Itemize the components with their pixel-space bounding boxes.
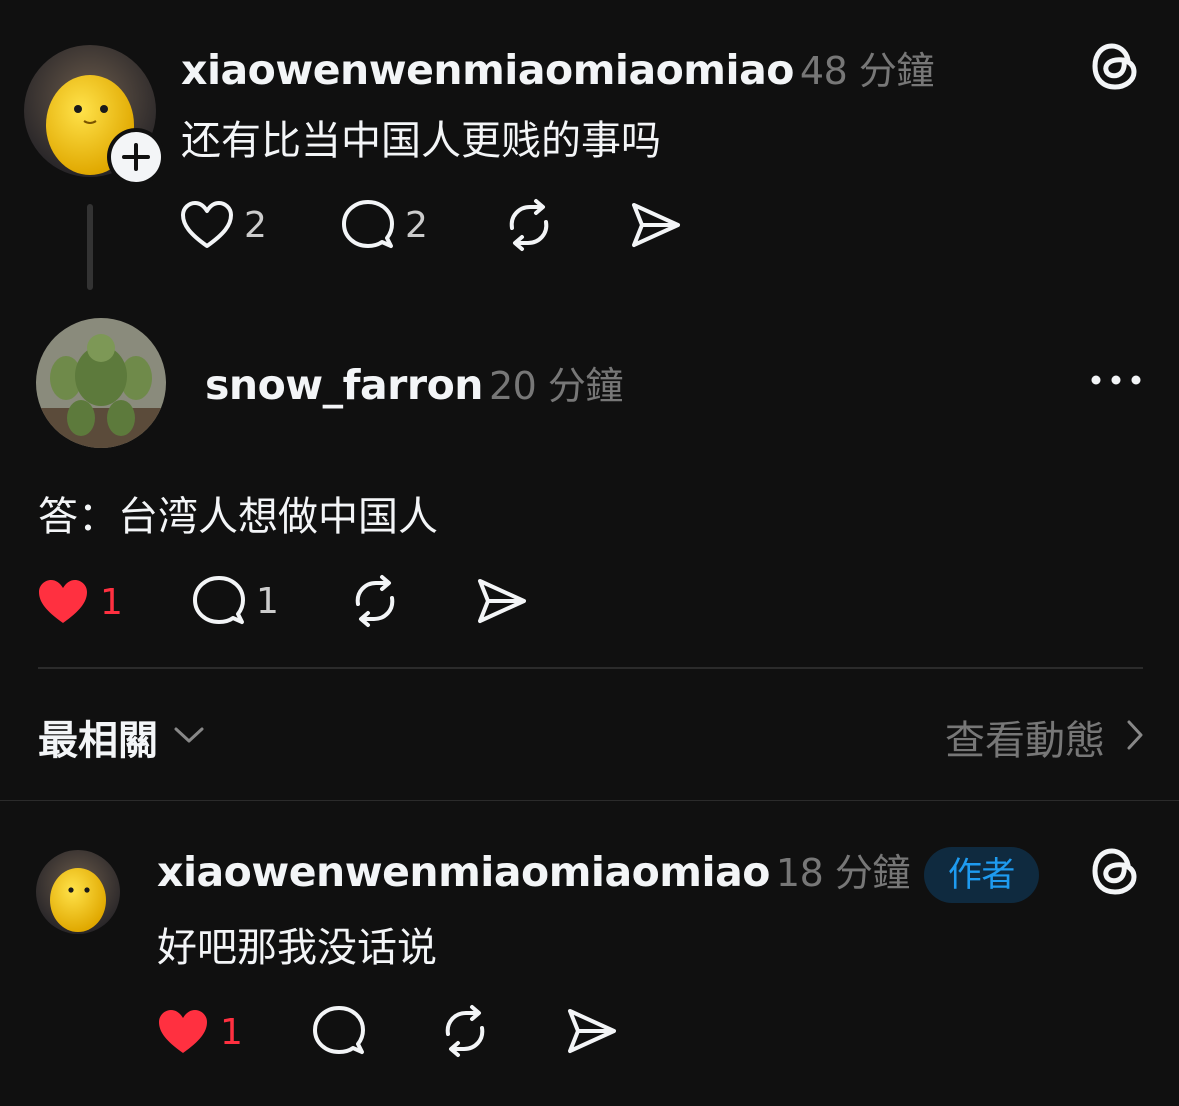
reply-button[interactable]: 1 [192, 574, 279, 628]
send-icon [628, 198, 682, 252]
reply-text: 答：台湾人想做中国人 [38, 494, 438, 540]
like-count: 1 [100, 581, 123, 623]
reply-button[interactable] [312, 1004, 366, 1058]
chevron-right-icon [1125, 718, 1145, 756]
repost-button[interactable] [438, 1004, 492, 1058]
heart-filled-icon [156, 1007, 210, 1057]
reply-count: 1 [256, 580, 279, 622]
view-activity-link[interactable]: 查看動態 [945, 708, 1145, 766]
share-button[interactable] [628, 198, 682, 252]
author-badge: 作者 [923, 847, 1039, 903]
post-text: 还有比当中国人更贱的事吗 [181, 118, 661, 164]
post-time: 48 分鐘 [799, 49, 934, 93]
author-reply-time: 18 分鐘 [775, 851, 910, 895]
username-text[interactable]: snow_farron [205, 361, 483, 409]
reply-time: 20 分鐘 [488, 364, 623, 408]
like-count: 1 [220, 1011, 243, 1053]
reply-count: 2 [405, 204, 428, 246]
sort-label: 最相關 [38, 718, 158, 764]
heart-icon [180, 200, 234, 250]
author-reply-username[interactable]: xiaowenwenmiaomiaomiao 18 分鐘 作者 [157, 842, 1039, 903]
repost-icon [438, 1004, 492, 1058]
reply-button[interactable]: 2 [341, 198, 428, 252]
comment-icon [312, 1004, 366, 1058]
username-text[interactable]: xiaowenwenmiaomiaomiao [181, 46, 794, 94]
comment-icon [341, 198, 395, 252]
threads-icon[interactable] [1088, 38, 1142, 94]
author-reply-text: 好吧那我没话说 [157, 925, 437, 971]
like-button[interactable]: 2 [180, 200, 267, 250]
threads-icon[interactable] [1088, 843, 1142, 899]
chevron-down-icon [172, 724, 206, 750]
more-icon[interactable] [1090, 370, 1142, 390]
heart-filled-icon [36, 577, 90, 627]
divider [38, 667, 1143, 669]
share-button[interactable] [564, 1004, 618, 1058]
sort-dropdown[interactable]: 最相關 [38, 708, 206, 766]
post-username[interactable]: xiaowenwenmiaomiaomiao 48 分鐘 [181, 40, 934, 95]
reply-username[interactable]: snow_farron 20 分鐘 [205, 355, 623, 410]
divider [0, 800, 1179, 801]
comment-icon [192, 574, 246, 628]
repost-icon [348, 574, 402, 628]
like-button[interactable]: 1 [36, 577, 123, 627]
send-icon [474, 574, 528, 628]
username-text[interactable]: xiaowenwenmiaomiaomiao [157, 848, 770, 896]
avatar[interactable] [36, 318, 166, 448]
like-count: 2 [244, 204, 267, 246]
thread-line [87, 204, 93, 290]
repost-button[interactable] [348, 574, 402, 628]
repost-button[interactable] [502, 198, 556, 252]
send-icon [564, 1004, 618, 1058]
plus-icon [111, 132, 161, 182]
avatar[interactable] [36, 850, 120, 934]
view-activity-label: 查看動態 [945, 718, 1105, 764]
share-button[interactable] [474, 574, 528, 628]
repost-icon [502, 198, 556, 252]
like-button[interactable]: 1 [156, 1007, 243, 1057]
follow-button[interactable] [107, 128, 165, 186]
